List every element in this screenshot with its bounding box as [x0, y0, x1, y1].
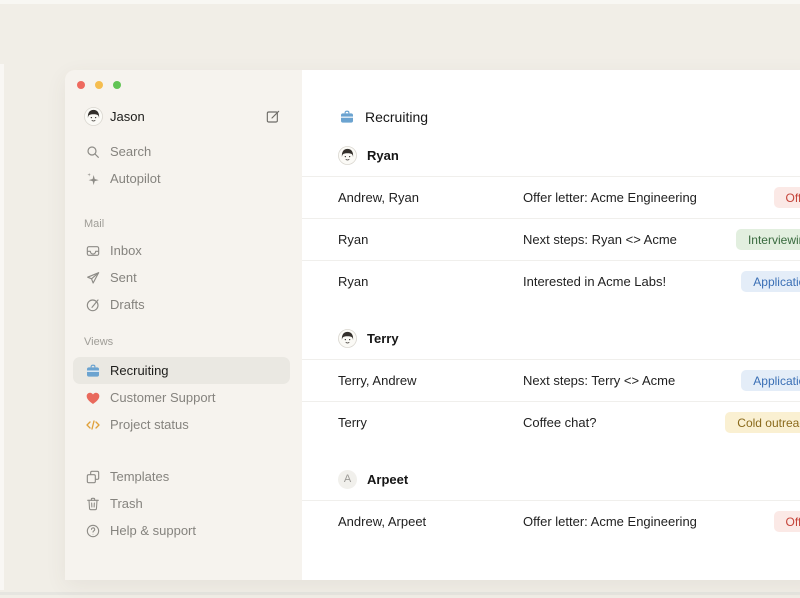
- email-sender: Andrew, Ryan: [338, 190, 523, 205]
- sidebar-item-label: Help & support: [110, 523, 196, 538]
- email-sender: Terry, Andrew: [338, 373, 523, 388]
- sidebar-item-help-support[interactable]: Help & support: [73, 517, 290, 544]
- contact-name: Arpeet: [367, 472, 408, 487]
- sidebar-item-label: Drafts: [110, 297, 145, 312]
- sidebar-item-label: Customer Support: [110, 390, 216, 405]
- status-badge: Cold outreach: [725, 412, 800, 433]
- view-title-row: Recruiting: [302, 100, 800, 134]
- status-badge: Offer: [774, 187, 800, 208]
- contact-name: Ryan: [367, 148, 399, 163]
- email-row[interactable]: Andrew, Ryan Offer letter: Acme Engineer…: [302, 176, 800, 218]
- sidebar-section-list: Inbox Sent Drafts: [65, 237, 302, 318]
- email-subject: Offer letter: Acme Engineering: [523, 514, 774, 529]
- status-badge: Application: [741, 370, 800, 391]
- sidebar-item-label: Project status: [110, 417, 189, 432]
- sidebar-item-search[interactable]: Search: [73, 138, 290, 165]
- sidebar-section-label: Views: [65, 328, 302, 355]
- compose-icon[interactable]: [264, 108, 281, 125]
- briefcase-icon: [84, 362, 101, 379]
- templates-icon: [84, 468, 101, 485]
- sidebar-item-label: Autopilot: [110, 171, 161, 186]
- sidebar-item-autopilot[interactable]: Autopilot: [73, 165, 290, 192]
- contact-group-header: Terry: [302, 317, 800, 359]
- status-badge: Application: [741, 271, 800, 292]
- background-left-strip: [0, 64, 4, 590]
- email-row[interactable]: Andrew, Arpeet Offer letter: Acme Engine…: [302, 500, 800, 542]
- sidebar-item-customer-support[interactable]: Customer Support: [73, 384, 290, 411]
- window-controls: [65, 70, 302, 89]
- email-row[interactable]: Terry, Andrew Next steps: Terry <> Acme …: [302, 359, 800, 401]
- user-account-row[interactable]: Jason: [73, 103, 290, 130]
- email-sender: Terry: [338, 415, 523, 430]
- sidebar-section-label: Mail: [65, 210, 302, 237]
- contact-avatar: [338, 329, 357, 348]
- email-row[interactable]: Terry Coffee chat? Cold outreach: [302, 401, 800, 443]
- sidebar-item-label: Recruiting: [110, 363, 169, 378]
- sidebar-item-label: Search: [110, 144, 151, 159]
- send-icon: [84, 269, 101, 286]
- page-title: Recruiting: [365, 109, 428, 125]
- sidebar-item-recruiting[interactable]: Recruiting: [73, 357, 290, 384]
- user-name: Jason: [110, 109, 145, 124]
- trash-icon: [84, 495, 101, 512]
- minimize-window-button[interactable]: [95, 81, 103, 89]
- background-top-strip: [0, 0, 800, 4]
- sidebar-item-label: Templates: [110, 469, 169, 484]
- email-subject: Interested in Acme Labs!: [523, 274, 741, 289]
- sidebar-item-label: Inbox: [110, 243, 142, 258]
- status-badge: Interviewing: [736, 229, 800, 250]
- email-subject: Next steps: Terry <> Acme: [523, 373, 741, 388]
- status-badge: Offer: [774, 511, 800, 532]
- contact-group-header: A Arpeet: [302, 458, 800, 500]
- sidebar-item-templates[interactable]: Templates: [73, 463, 290, 490]
- sidebar-item-label: Sent: [110, 270, 137, 285]
- heart-icon: [84, 389, 101, 406]
- email-subject: Coffee chat?: [523, 415, 725, 430]
- app-window: Jason Search Autopilot Mail Inbox Sent Draft…: [65, 70, 800, 580]
- code-icon: [84, 416, 101, 433]
- sidebar-item-label: Trash: [110, 496, 143, 511]
- zoom-window-button[interactable]: [113, 81, 121, 89]
- help-icon: [84, 522, 101, 539]
- letter-avatar: A: [338, 470, 357, 489]
- contact-group-header: Ryan: [302, 134, 800, 176]
- draft-icon: [84, 296, 101, 313]
- contact-name: Terry: [367, 331, 399, 346]
- main-content: Recruiting Ryan Andrew, Ryan Offer lette…: [302, 70, 800, 580]
- sidebar-item-inbox[interactable]: Inbox: [73, 237, 290, 264]
- sidebar-section-list: Recruiting Customer Support Project status: [65, 357, 302, 438]
- email-sender: Ryan: [338, 274, 523, 289]
- email-subject: Next steps: Ryan <> Acme: [523, 232, 736, 247]
- close-window-button[interactable]: [77, 81, 85, 89]
- sidebar-item-sent[interactable]: Sent: [73, 264, 290, 291]
- inbox-icon: [84, 242, 101, 259]
- sidebar-item-trash[interactable]: Trash: [73, 490, 290, 517]
- sidebar-item-project-status[interactable]: Project status: [73, 411, 290, 438]
- search-icon: [84, 143, 101, 160]
- email-row[interactable]: Ryan Interested in Acme Labs! Applicatio…: [302, 260, 800, 302]
- user-avatar: [84, 107, 103, 126]
- email-subject: Offer letter: Acme Engineering: [523, 190, 774, 205]
- email-row[interactable]: Ryan Next steps: Ryan <> Acme Interviewi…: [302, 218, 800, 260]
- background-bottom-line: [0, 592, 800, 595]
- sidebar-item-drafts[interactable]: Drafts: [73, 291, 290, 318]
- sparkle-icon: [84, 170, 101, 187]
- contact-avatar: [338, 146, 357, 165]
- email-sender: Ryan: [338, 232, 523, 247]
- sidebar: Jason Search Autopilot Mail Inbox Sent Draft…: [65, 70, 302, 580]
- email-sender: Andrew, Arpeet: [338, 514, 523, 529]
- briefcase-icon: [338, 109, 355, 126]
